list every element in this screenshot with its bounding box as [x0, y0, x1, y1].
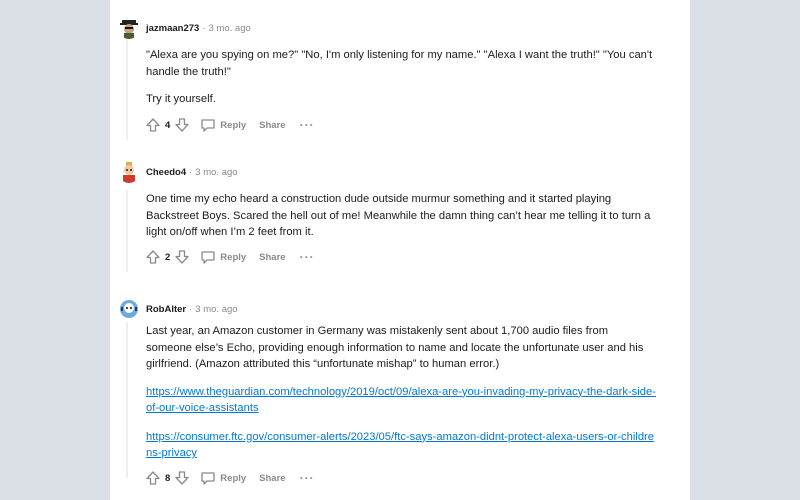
reply-button[interactable]: Reply	[200, 117, 246, 133]
comment-actions: 8 Reply Share ···	[145, 469, 315, 487]
comment-body: One time my echo heard a construction du…	[146, 191, 656, 252]
thread-line[interactable]	[126, 322, 128, 478]
avatar[interactable]	[118, 17, 140, 39]
comment-body: "Alexa are you spying on me?" "No, I'm o…	[146, 47, 656, 119]
meta-separator: ·	[189, 166, 193, 178]
reply-button[interactable]: Reply	[200, 249, 246, 265]
comment-paragraph: Last year, an Amazon customer in Germany…	[146, 325, 644, 370]
comment-header: RobAlter · 3 mo. ago	[118, 297, 238, 321]
meta-separator: ·	[189, 303, 193, 315]
more-options-button[interactable]: ···	[300, 250, 315, 264]
comments-card: jazmaan273 · 3 mo. ago "Alexa are you sp…	[110, 0, 690, 500]
comment-header: jazmaan273 · 3 mo. ago	[118, 16, 251, 40]
comment-body: Last year, an Amazon customer in Germany…	[146, 323, 656, 462]
avatar[interactable]	[118, 298, 140, 320]
vote-score: 4	[165, 119, 171, 131]
timestamp[interactable]: 3 mo. ago	[209, 23, 251, 34]
more-options-button[interactable]: ···	[300, 471, 315, 485]
more-options-button[interactable]: ···	[300, 118, 315, 132]
reply-label: Reply	[220, 472, 247, 484]
author-name[interactable]: RobAlter	[146, 304, 186, 315]
share-button[interactable]: Share	[259, 120, 285, 131]
timestamp[interactable]: 3 mo. ago	[195, 304, 237, 315]
author-name[interactable]: Cheedo4	[146, 167, 186, 178]
thread-line[interactable]	[126, 34, 128, 140]
reply-button[interactable]: Reply	[200, 470, 246, 486]
upvote-arrow-icon[interactable]	[145, 249, 161, 265]
comment-paragraph: Try it yourself.	[146, 93, 216, 105]
avatar[interactable]	[118, 161, 140, 183]
downvote-arrow-icon[interactable]	[174, 117, 190, 133]
speech-bubble-icon	[201, 251, 215, 264]
vote-score: 8	[165, 472, 171, 484]
share-button[interactable]: Share	[259, 473, 285, 484]
timestamp[interactable]: 3 mo. ago	[195, 167, 237, 178]
speech-bubble-icon	[201, 472, 215, 485]
comment-actions: 2 Reply Share ···	[145, 248, 315, 266]
external-link[interactable]: https://www.theguardian.com/technology/2…	[146, 384, 656, 417]
upvote-arrow-icon[interactable]	[145, 470, 161, 486]
author-name[interactable]: jazmaan273	[146, 23, 199, 34]
downvote-arrow-icon[interactable]	[174, 249, 190, 265]
external-link[interactable]: https://consumer.ftc.gov/consumer-alerts…	[146, 429, 656, 462]
comment-paragraph: One time my echo heard a construction du…	[146, 193, 651, 238]
speech-bubble-icon	[201, 119, 215, 132]
thread-line[interactable]	[126, 190, 128, 272]
reply-label: Reply	[220, 251, 247, 263]
vote-score: 2	[165, 251, 171, 263]
comment-paragraph: "Alexa are you spying on me?" "No, I'm o…	[146, 49, 653, 78]
share-button[interactable]: Share	[259, 252, 285, 263]
comment-header: Cheedo4 · 3 mo. ago	[118, 160, 238, 184]
downvote-arrow-icon[interactable]	[174, 470, 190, 486]
reply-label: Reply	[220, 119, 247, 131]
comment-actions: 4 Reply Share ···	[145, 116, 315, 134]
upvote-arrow-icon[interactable]	[145, 117, 161, 133]
meta-separator: ·	[202, 22, 206, 34]
